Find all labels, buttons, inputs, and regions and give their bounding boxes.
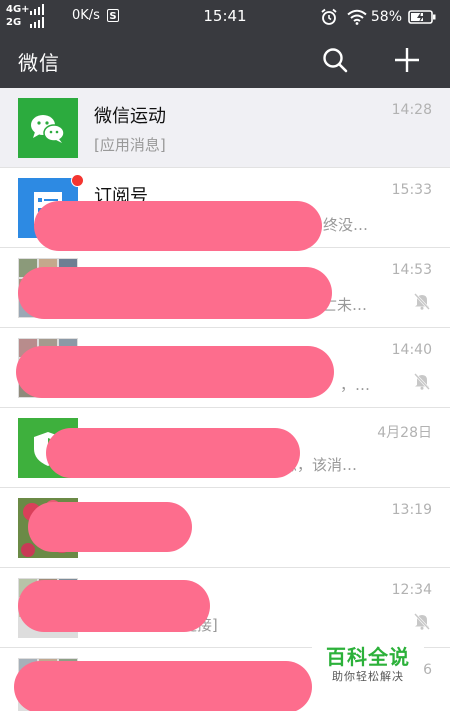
redaction-mark [18, 580, 210, 632]
mute-bell-icon [414, 613, 430, 630]
chat-time: 12:34 [391, 582, 432, 598]
chat-time: 13:19 [391, 502, 432, 518]
chat-time: 4月28日 [377, 425, 432, 441]
redaction-mark [34, 201, 322, 251]
watermark: 百科全说 助你轻松解决 [312, 637, 424, 687]
chat-time: 6 [423, 662, 432, 678]
chat-time: 14:40 [391, 342, 432, 358]
chat-preview: 终没… [323, 216, 369, 234]
wifi-icon [347, 9, 367, 25]
alarm-icon [321, 8, 337, 25]
app-header: 微信 [0, 33, 450, 88]
battery-icon [408, 10, 436, 24]
chat-time: 14:53 [391, 262, 432, 278]
chat-preview: ，… [340, 376, 371, 394]
wechat-logo-icon [31, 115, 65, 143]
plus-icon[interactable] [393, 46, 421, 74]
chat-time: 14:28 [391, 102, 432, 118]
chat-time: 15:33 [391, 182, 432, 198]
redaction-mark [14, 661, 312, 711]
redaction-mark [16, 346, 334, 398]
redaction-mark [46, 428, 300, 478]
status-bar: 4G+ 2G 0K/s S 15:41 58% [0, 0, 450, 33]
chat-item-wechat-sport[interactable]: 微信运动 [应用消息] 14:28 [0, 88, 450, 168]
wechat-screen: 4G+ 2G 0K/s S 15:41 58% 微信 微信运动 [应用消息] 1… [0, 0, 450, 711]
mute-bell-icon [414, 293, 430, 310]
page-title: 微信 [18, 51, 60, 75]
chat-name: 微信运动 [94, 106, 166, 127]
search-icon[interactable] [321, 46, 349, 74]
redaction-mark [28, 502, 192, 552]
chat-preview: [应用消息] [94, 136, 166, 154]
battery-percent: 58% [370, 9, 402, 25]
watermark-title: 百科全说 [326, 645, 410, 669]
mute-bell-icon [414, 373, 430, 390]
avatar [18, 98, 78, 158]
status-icons: 58% [320, 6, 436, 28]
redaction-mark [18, 267, 332, 319]
watermark-subtitle: 助你轻松解决 [332, 670, 404, 683]
unread-dot [71, 174, 84, 187]
